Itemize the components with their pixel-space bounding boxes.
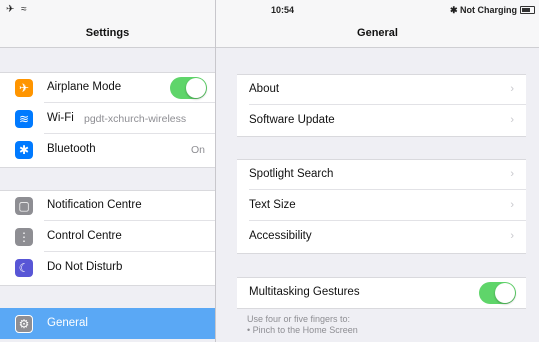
about-label: About <box>249 83 280 95</box>
sidebar-item-notification-centre[interactable]: ▢ Notification Centre <box>0 191 215 221</box>
sidebar-item-bluetooth[interactable]: ✱ Bluetooth On <box>0 135 215 165</box>
page-title: General <box>216 20 539 48</box>
wifi-icon: ≋ <box>15 110 33 128</box>
sidebar-item-label: Control Centre <box>47 230 122 242</box>
about-row[interactable]: About › <box>237 75 526 105</box>
chevron-right-icon: › <box>510 199 514 211</box>
master-group-connectivity: ✈ Airplane Mode ≋ Wi-Fi pgdt-xchurch-wir… <box>0 72 215 168</box>
sidebar-item-general[interactable]: ⚙ General <box>0 308 215 339</box>
detail-group-multitasking: Multitasking Gestures <box>237 277 526 309</box>
multitasking-gestures-toggle[interactable] <box>479 282 516 304</box>
detail-group-info: About › Software Update › <box>237 74 526 137</box>
sidebar-item-label: Wi-Fi <box>47 112 74 124</box>
wifi-network-value: pgdt-xchurch-wireless <box>84 113 187 125</box>
spotlight-search-label: Spotlight Search <box>249 168 334 180</box>
sidebar-item-label: Do Not Disturb <box>47 261 123 273</box>
moon-icon: ☾ <box>15 259 33 277</box>
gear-icon: ⚙ <box>15 315 33 333</box>
chevron-right-icon: › <box>510 114 514 126</box>
battery-icon <box>520 6 535 14</box>
accessibility-label: Accessibility <box>249 230 312 242</box>
control-centre-icon: ⋮ <box>15 228 33 246</box>
text-size-label: Text Size <box>249 199 296 211</box>
multitasking-gestures-row: Multitasking Gestures <box>237 278 526 308</box>
footnote-line: • Pinch to the Home Screen <box>247 325 358 335</box>
accessibility-row[interactable]: Accessibility › <box>237 222 526 252</box>
status-bar: ✈ ≈ 10:54 ✱ Not Charging <box>0 0 539 20</box>
airplane-wifi-status-icons: ✈ ≈ <box>6 4 29 15</box>
multitasking-gestures-label: Multitasking Gestures <box>249 286 360 298</box>
airplane-icon: ✈ <box>15 79 33 97</box>
sidebar-item-label: Notification Centre <box>47 199 142 211</box>
chevron-right-icon: › <box>510 230 514 242</box>
sidebar-item-wifi[interactable]: ≋ Wi-Fi pgdt-xchurch-wireless <box>0 104 215 134</box>
detail-group-display: Spotlight Search › Text Size › Accessibi… <box>237 159 526 254</box>
airplane-mode-toggle[interactable] <box>170 77 207 99</box>
status-time: 10:54 <box>271 5 295 15</box>
settings-title: Settings <box>0 20 215 48</box>
spotlight-search-row[interactable]: Spotlight Search › <box>237 160 526 190</box>
chevron-right-icon: › <box>510 83 514 95</box>
software-update-row[interactable]: Software Update › <box>237 106 526 136</box>
bluetooth-icon: ✱ <box>15 141 33 159</box>
sidebar-item-label: Airplane Mode <box>47 81 122 93</box>
footnote-line: Use four or five fingers to: <box>247 314 351 324</box>
master-group-centres: ▢ Notification Centre ⋮ Control Centre ☾… <box>0 190 215 286</box>
charging-status-label: Not Charging <box>460 5 517 15</box>
notification-centre-icon: ▢ <box>15 197 33 215</box>
sidebar-item-label: Bluetooth <box>47 143 96 155</box>
sidebar-item-label: General <box>47 317 88 329</box>
chevron-right-icon: › <box>510 168 514 180</box>
text-size-row[interactable]: Text Size › <box>237 191 526 221</box>
sidebar-item-airplane-mode[interactable]: ✈ Airplane Mode <box>0 73 215 103</box>
charging-status: ✱ Not Charging <box>450 5 517 16</box>
pane-divider <box>215 0 216 342</box>
sidebar-item-do-not-disturb[interactable]: ☾ Do Not Disturb <box>0 253 215 283</box>
bluetooth-status-icon: ✱ <box>449 5 458 15</box>
sidebar-item-control-centre[interactable]: ⋮ Control Centre <box>0 222 215 252</box>
software-update-label: Software Update <box>249 114 335 126</box>
bluetooth-value: On <box>190 144 205 156</box>
